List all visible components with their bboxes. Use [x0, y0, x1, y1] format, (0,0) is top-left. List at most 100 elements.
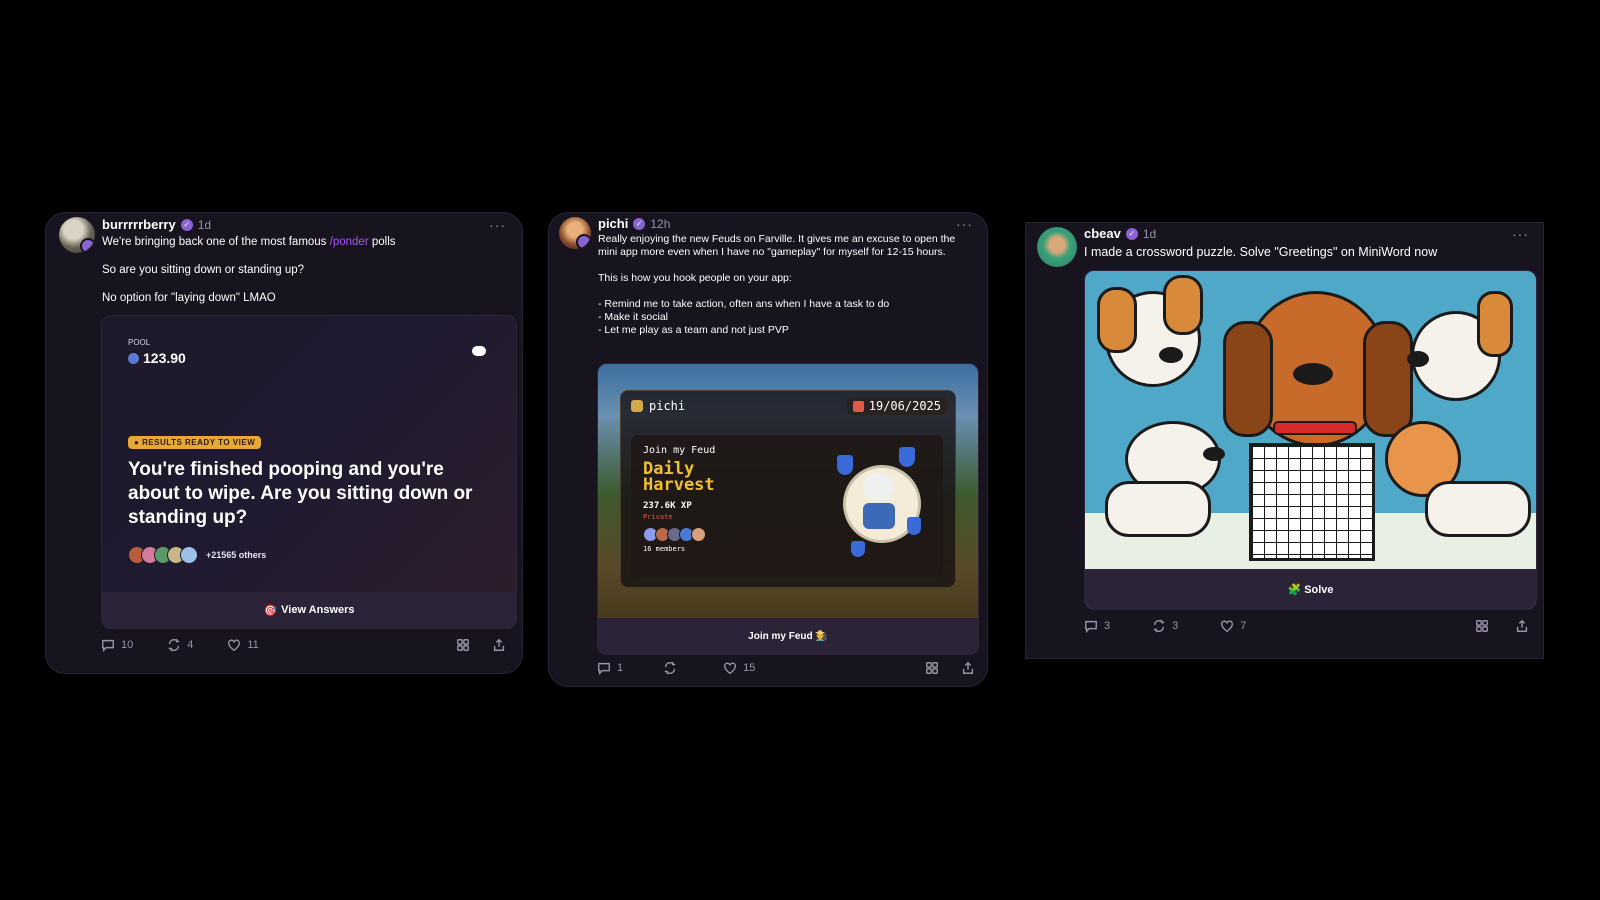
recast-icon: [663, 661, 677, 675]
join-feud-button[interactable]: Join my Feud 🧑‍🌾: [598, 618, 978, 654]
grid-icon[interactable]: [456, 638, 470, 652]
pool-value: 123.90: [143, 350, 186, 366]
reply-count: 1: [617, 662, 624, 674]
comment-icon: [597, 661, 611, 675]
heart-icon: [723, 661, 737, 675]
comment-icon: [1084, 619, 1098, 633]
dogs-crossword-illustration: [1085, 271, 1536, 569]
reply-button[interactable]: 1: [597, 661, 623, 675]
view-answers-label: View Answers: [281, 604, 355, 616]
feud-title: Daily Harvest: [643, 461, 715, 495]
feud-xp: 237.6K XP: [643, 501, 692, 511]
heart-icon: [1220, 619, 1234, 633]
cloud-icon: [472, 346, 486, 356]
feud-title-line: Harvest: [643, 475, 715, 495]
cast-text-line: So are you sitting down or standing up?: [102, 264, 305, 276]
verified-icon: ✓: [633, 217, 646, 230]
timestamp[interactable]: 12h: [650, 217, 670, 231]
pool-amount: 123.90: [128, 350, 186, 366]
member-avatar: [691, 527, 706, 542]
results-badge-text: RESULTS READY TO VIEW: [142, 438, 256, 447]
feud-frame[interactable]: pichi 19/06/2025 Join my Feud Daily Harv…: [597, 363, 979, 655]
cast-card-cbeav[interactable]: cbeav ✓ 1d ··· I made a crossword puzzle…: [1025, 222, 1544, 659]
reply-count: 3: [1104, 620, 1111, 632]
cast-text-part: We're bringing back one of the most famo…: [102, 236, 330, 248]
farmer-icon: [631, 400, 643, 412]
share-icon[interactable]: [1515, 619, 1529, 633]
recast-count: 4: [187, 639, 194, 651]
others-count: +21565 others: [206, 550, 267, 560]
recast-count: 3: [1172, 620, 1179, 632]
grid-icon[interactable]: [925, 661, 939, 675]
dart-icon: 🎯: [263, 604, 278, 617]
recast-button[interactable]: 4: [167, 638, 193, 652]
poll-question: You're finished pooping and you're about…: [128, 459, 473, 528]
cast-header: burrrrrberry ✓ 1d: [102, 217, 211, 232]
feud-members: 16 members: [643, 545, 686, 553]
like-button[interactable]: 11: [227, 638, 259, 652]
coin-icon: [128, 352, 139, 364]
poll-frame[interactable]: POOL 123.90 ● RESULTS READY TO VIEW You'…: [101, 315, 517, 629]
reply-button[interactable]: 10: [101, 638, 133, 652]
feud-info: Join my Feud Daily Harvest 237.6K XP Pri…: [631, 435, 943, 577]
cast-extra-actions: [925, 661, 975, 675]
cast-text: Really enjoying the new Feuds on Farvill…: [598, 233, 956, 336]
timestamp[interactable]: 1d: [198, 218, 211, 232]
channel-badge: [576, 234, 591, 249]
results-badge: ● RESULTS READY TO VIEW: [128, 436, 262, 449]
username[interactable]: cbeav: [1084, 226, 1121, 241]
comment-icon: [101, 638, 115, 652]
cast-header: pichi ✓ 12h: [598, 216, 670, 231]
avatar[interactable]: [1037, 227, 1077, 267]
feud-date: 19/06/2025: [846, 397, 947, 415]
like-button[interactable]: 15: [723, 661, 755, 675]
cast-extra-actions: [456, 638, 506, 652]
heart-icon: [227, 638, 241, 652]
feud-date-text: 19/06/2025: [868, 399, 941, 413]
cast-actions: 10 4 11: [101, 638, 259, 652]
cast-card-burrrrrberry[interactable]: burrrrrberry ✓ 1d ··· We're bringing bac…: [45, 212, 523, 674]
crossword-frame[interactable]: 🧩 Solve: [1084, 270, 1537, 610]
feud-privacy: Private: [643, 513, 673, 521]
feud-username: pichi: [649, 399, 686, 413]
pool-label: POOL: [128, 338, 151, 347]
recast-button[interactable]: 3: [1152, 619, 1178, 633]
recast-button[interactable]: [663, 661, 683, 675]
recast-icon: [167, 638, 181, 652]
more-options-icon[interactable]: ···: [1512, 226, 1529, 242]
channel-badge: [80, 238, 95, 253]
feud-panel: pichi 19/06/2025 Join my Feud Daily Harv…: [620, 390, 956, 588]
grid-icon[interactable]: [1475, 619, 1489, 633]
reply-count: 10: [121, 639, 134, 651]
voter-avatars: +21565 others: [128, 546, 266, 564]
like-count: 11: [247, 639, 259, 651]
like-button[interactable]: 7: [1220, 619, 1246, 633]
cast-extra-actions: [1475, 619, 1529, 633]
channel-mention-link[interactable]: /ponder: [330, 236, 369, 248]
voter-avatar: [180, 546, 198, 564]
verified-icon: ✓: [180, 218, 193, 231]
solve-button[interactable]: 🧩 Solve: [1085, 569, 1536, 609]
share-icon[interactable]: [492, 638, 506, 652]
duck-farmer-illustration: [837, 447, 923, 557]
member-avatars: [643, 527, 706, 542]
join-feud-button-label: Join my Feud 🧑‍🌾: [748, 630, 828, 642]
cast-header: cbeav ✓ 1d: [1084, 226, 1156, 241]
username[interactable]: pichi: [598, 216, 628, 231]
cast-text-line: No option for "laying down" LMAO: [102, 292, 276, 304]
view-answers-button[interactable]: 🎯 View Answers: [102, 592, 516, 628]
recast-icon: [1152, 619, 1166, 633]
timestamp[interactable]: 1d: [1143, 227, 1156, 241]
username[interactable]: burrrrrberry: [102, 217, 176, 232]
avatar[interactable]: [59, 217, 95, 253]
share-icon[interactable]: [961, 661, 975, 675]
more-options-icon[interactable]: ···: [489, 217, 506, 233]
more-options-icon[interactable]: ···: [956, 216, 973, 232]
like-count: 7: [1240, 620, 1247, 632]
cast-actions: 1 15: [597, 661, 755, 675]
cast-card-pichi[interactable]: pichi ✓ 12h ··· Really enjoying the new …: [548, 212, 988, 687]
verified-icon: ✓: [1125, 227, 1138, 240]
avatar[interactable]: [559, 217, 591, 249]
reply-button[interactable]: 3: [1084, 619, 1110, 633]
cast-text: We're bringing back one of the most famo…: [102, 235, 502, 249]
